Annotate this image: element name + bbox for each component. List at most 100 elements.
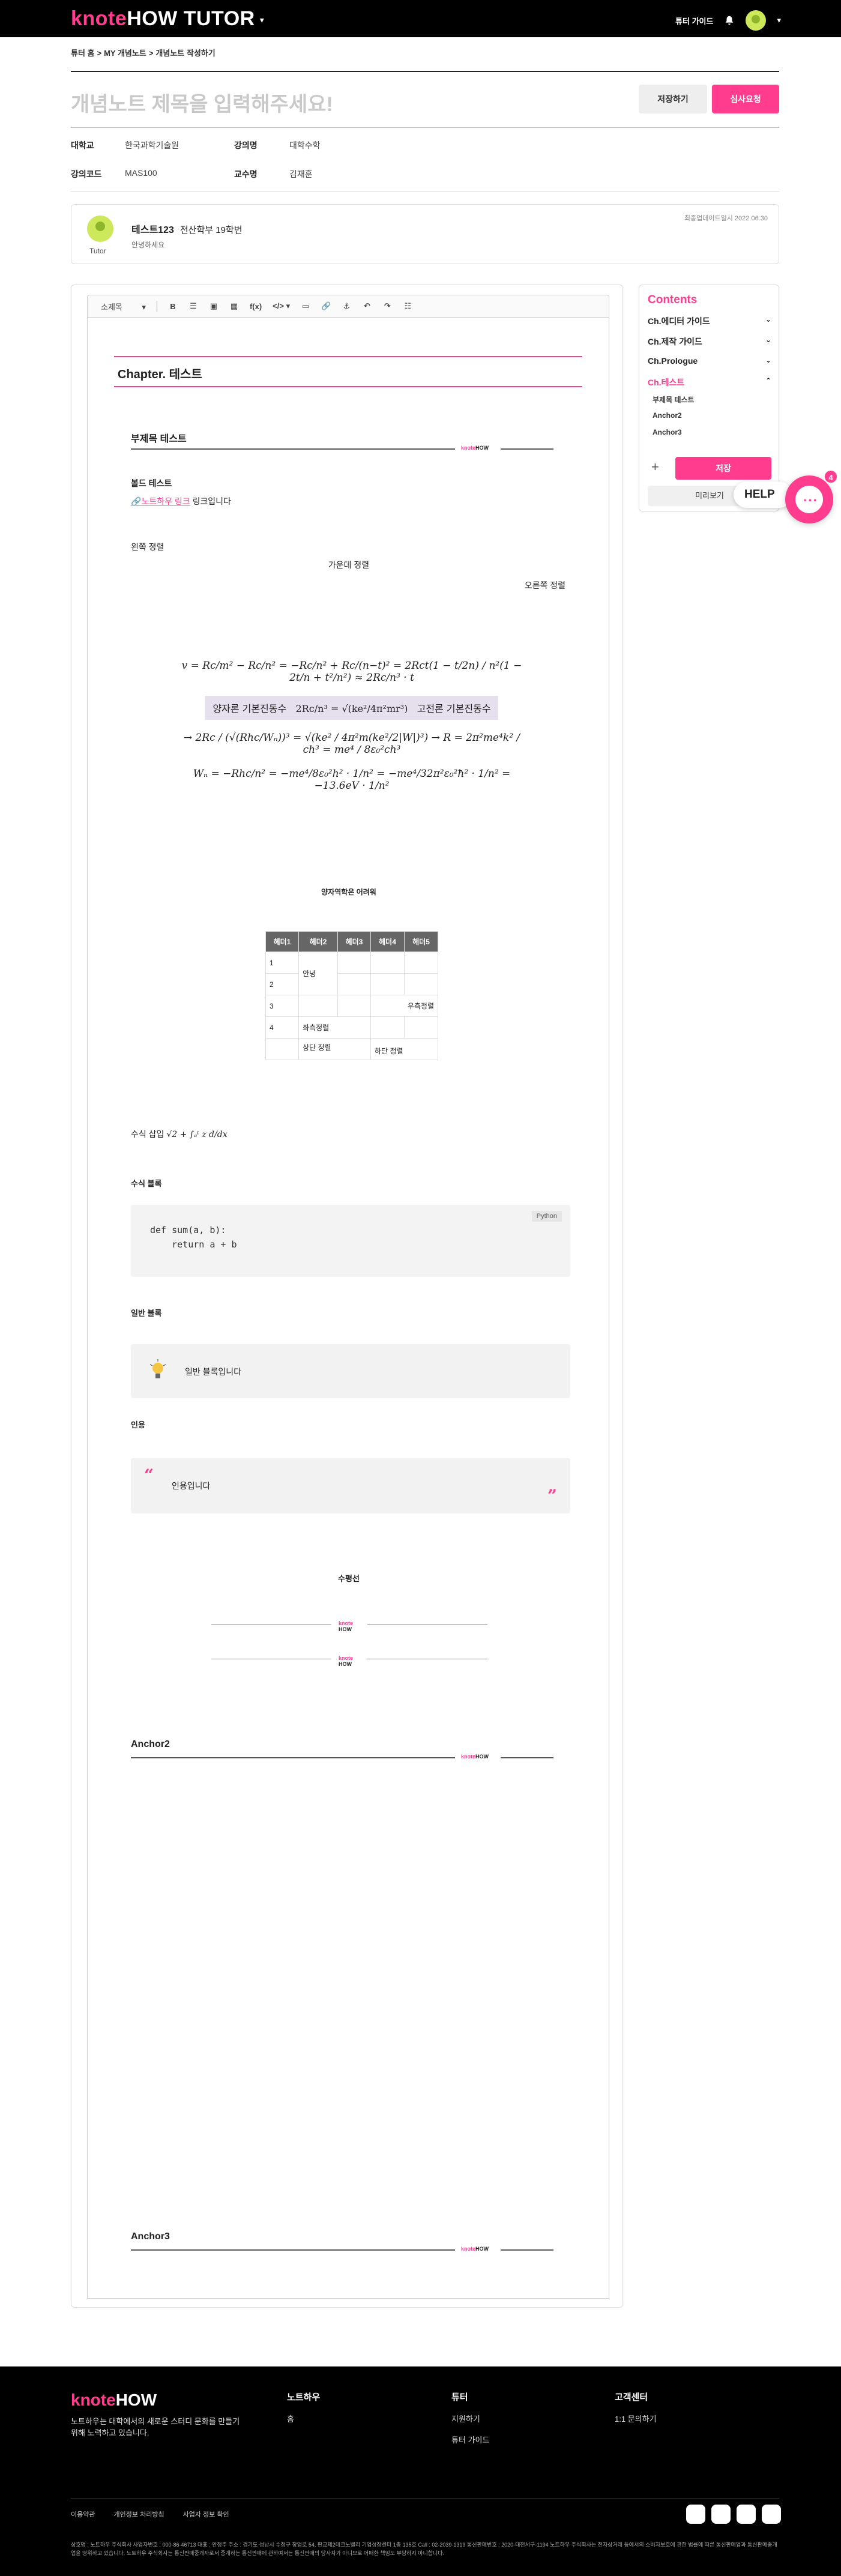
center-aligned-text[interactable]: 가운데 정렬 — [88, 559, 610, 571]
footer-logo[interactable]: knoteHOW — [71, 2390, 157, 2410]
content-table[interactable]: 헤더1 헤더2 헤더3 헤더4 헤더5 1 안녕 2 3 우측정렬 4 좌측정렬… — [265, 931, 438, 1060]
footer-link-apply[interactable]: 지원하기 — [451, 2413, 489, 2424]
quote-label[interactable]: 인용 — [131, 1419, 145, 1430]
table-cell[interactable]: 4 — [265, 1016, 300, 1039]
toc-chapter-editor-guide[interactable]: Ch.에디터 가이드 ⌄ — [648, 315, 771, 327]
table-cell[interactable]: 안녕 — [298, 952, 338, 995]
tutor-tag: Tutor — [89, 247, 106, 255]
left-aligned-text[interactable]: 왼쪽 정렬 — [131, 541, 164, 553]
image-icon[interactable]: ▣ — [209, 301, 219, 311]
help-label[interactable]: HELP — [734, 481, 792, 508]
footer-link-tutor-guide[interactable]: 튜터 가이드 — [451, 2434, 489, 2445]
add-icon[interactable]: + — [651, 459, 659, 475]
blog-icon[interactable] — [737, 2505, 756, 2524]
contents-sidebar: Contents Ch.에디터 가이드 ⌄ Ch.제작 가이드 ⌄ Ch.Prolo… — [639, 285, 779, 511]
table-cell[interactable] — [265, 1038, 300, 1060]
title-input[interactable]: 개념노트 제목을 입력해주세요! — [71, 88, 333, 117]
facebook-icon[interactable] — [762, 2505, 781, 2524]
editor-canvas[interactable]: Chapter. 테스트 부제목 테스트 knoteHOW 볼드 테스트 🔗노트… — [87, 318, 609, 2299]
chevron-down-icon[interactable]: ▾ — [260, 15, 265, 25]
inline-formula[interactable]: 수식 삽입 √2 + ∫ₐᵗ z d/dx — [131, 1128, 228, 1140]
terms-link[interactable]: 이용약관 — [71, 2511, 95, 2518]
privacy-link[interactable]: 개인정보 처리방침 — [114, 2511, 164, 2518]
table-cell[interactable] — [404, 1016, 438, 1039]
chevron-down-icon[interactable]: ⌄ — [765, 315, 771, 324]
anchor-heading[interactable]: Anchor3 — [131, 2231, 170, 2242]
bold-text[interactable]: 볼드 테스트 — [131, 477, 172, 489]
quote-block[interactable]: “ 인용입니다 ” — [131, 1458, 570, 1513]
chapter-heading[interactable]: Chapter. 테스트 — [114, 356, 582, 387]
hr-label[interactable]: 수평선 — [88, 1572, 610, 1584]
table-cell[interactable]: 우측정렬 — [370, 995, 438, 1017]
more-icon[interactable]: ☷ — [403, 301, 412, 311]
breadcrumb-my-notes[interactable]: MY 개념노트 — [104, 49, 146, 58]
code-block-label[interactable]: 수식 블록 — [131, 1177, 161, 1189]
code-block[interactable]: Python def sum(a, b): return a + b — [131, 1205, 570, 1277]
table-icon[interactable]: ▦ — [229, 301, 239, 311]
anchor-icon[interactable]: ⚓ — [342, 301, 351, 311]
table-cell[interactable]: 2 — [265, 973, 300, 995]
footer-link-home[interactable]: 홈 — [287, 2413, 320, 2424]
table-cell[interactable] — [404, 952, 438, 974]
chat-icon[interactable] — [686, 2505, 705, 2524]
toc-chapter-test[interactable]: Ch.테스트 ⌃ — [648, 376, 771, 388]
breadcrumb-tutor-home[interactable]: 튜터 홈 — [71, 49, 95, 58]
table-cell[interactable]: 1 — [265, 952, 300, 974]
callout-text[interactable]: 일반 블록입니다 — [185, 1366, 241, 1378]
table-cell[interactable]: 3 — [265, 995, 300, 1017]
link-paragraph[interactable]: 🔗노트하우 링크 링크입니다 — [131, 495, 231, 507]
help-chat-button[interactable]: ··· — [785, 475, 833, 523]
right-aligned-text[interactable]: 오른쪽 정렬 — [525, 579, 565, 591]
chevron-up-icon[interactable]: ⌃ — [765, 376, 771, 385]
toc-sub-item[interactable]: Anchor3 — [653, 428, 682, 436]
paragraph-style-select[interactable]: 소제목 ▾ — [101, 301, 146, 312]
table-cell[interactable] — [337, 995, 372, 1017]
toc-chapter-prologue[interactable]: Ch.Prologue ⌄ — [648, 356, 771, 366]
redo-icon[interactable]: ↷ — [382, 301, 392, 311]
table-cell[interactable] — [337, 952, 372, 974]
toc-sub-item[interactable]: 부제목 테스트 — [653, 394, 695, 405]
equation-caption[interactable]: 양자역학은 어려워 — [88, 887, 610, 897]
table-cell[interactable]: 상단 정렬 — [298, 1038, 372, 1060]
sidebar-save-button[interactable]: 저장 — [675, 457, 771, 480]
review-request-button[interactable]: 심사요청 — [712, 85, 779, 113]
bell-icon[interactable] — [724, 15, 735, 26]
table-cell[interactable] — [370, 1016, 405, 1039]
user-avatar[interactable] — [746, 10, 767, 31]
knotehow-tutor-logo[interactable]: knoteHOW TUTOR ▾ — [71, 8, 264, 31]
code-language-badge[interactable]: Python — [531, 1211, 562, 1222]
chevron-down-icon[interactable]: ⌄ — [765, 336, 771, 344]
equation-1: v = Rc/m² − Rc/n² = −Rc/n² + Rc/(n−t)² =… — [181, 660, 522, 684]
toc-sub-item[interactable]: Anchor2 — [653, 411, 682, 420]
table-cell[interactable] — [370, 973, 405, 995]
table-cell[interactable] — [404, 973, 438, 995]
chevron-down-icon[interactable]: ▾ — [777, 16, 781, 25]
formula-button[interactable]: f(x) — [250, 302, 262, 311]
save-button[interactable]: 저장하기 — [639, 85, 707, 113]
table-cell[interactable]: 하단 정렬 — [370, 1038, 438, 1060]
callout-icon[interactable]: ▭ — [301, 301, 310, 311]
callout-label[interactable]: 일반 블록 — [131, 1307, 161, 1318]
table-cell[interactable]: 좌측정렬 — [298, 1016, 372, 1039]
footer-link-inquiry[interactable]: 1:1 문의하기 — [615, 2413, 657, 2424]
table-cell[interactable] — [370, 952, 405, 974]
link-icon[interactable]: 🔗 — [321, 301, 331, 311]
equation-block[interactable]: v = Rc/m² − Rc/n² = −Rc/n² + Rc/(n−t)² =… — [178, 660, 526, 804]
subheading[interactable]: 부제목 테스트 — [131, 430, 187, 445]
code-button[interactable]: </> ▾ — [273, 301, 290, 311]
business-info-link[interactable]: 사업자 정보 확인 — [183, 2511, 229, 2518]
code-text[interactable]: def sum(a, b): return a + b — [150, 1223, 237, 1252]
bold-button[interactable]: B — [168, 302, 178, 311]
quote-text[interactable]: 인용입니다 — [172, 1480, 210, 1492]
instagram-icon[interactable] — [711, 2505, 731, 2524]
tutor-guide-link[interactable]: 튜터 가이드 — [675, 15, 713, 26]
undo-icon[interactable]: ↶ — [362, 301, 372, 311]
callout-block[interactable]: 일반 블록입니다 — [131, 1344, 570, 1398]
chevron-down-icon[interactable]: ⌄ — [765, 356, 771, 364]
table-cell[interactable] — [337, 973, 372, 995]
anchor-heading[interactable]: Anchor2 — [131, 1739, 170, 1750]
table-cell[interactable] — [298, 995, 338, 1017]
align-icon[interactable]: ☰ — [188, 301, 198, 311]
notehow-link[interactable]: 노트하우 링크 — [141, 496, 190, 506]
toc-chapter-production-guide[interactable]: Ch.제작 가이드 ⌄ — [648, 336, 771, 348]
